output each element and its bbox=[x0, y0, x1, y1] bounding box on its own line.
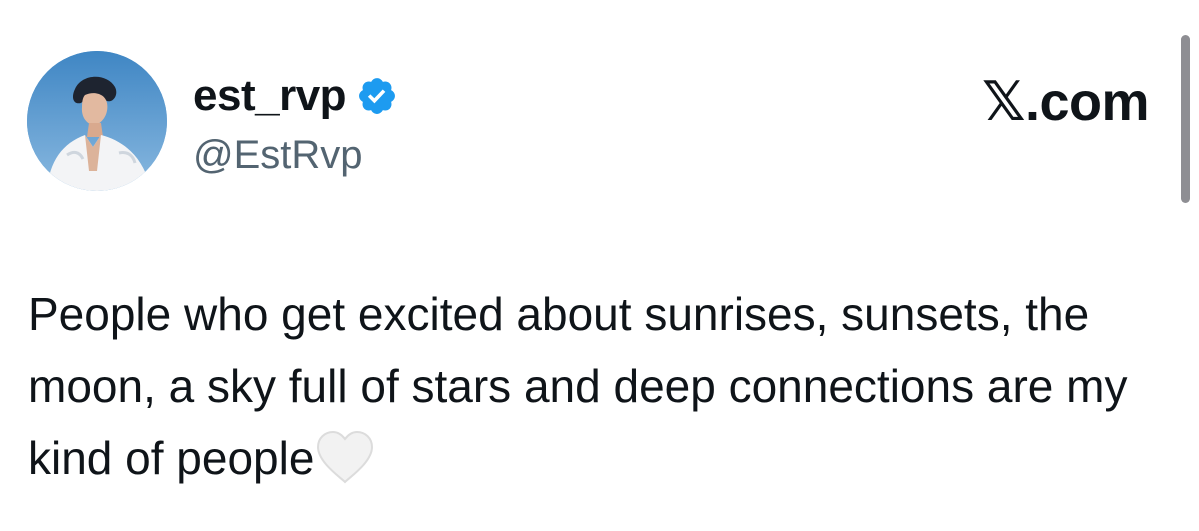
avatar-image bbox=[27, 51, 167, 191]
author-block: est_rvp @EstRvp bbox=[193, 68, 398, 180]
tweet-text-content: People who get excited about sunrises, s… bbox=[28, 288, 1128, 484]
display-name[interactable]: est_rvp bbox=[193, 68, 347, 124]
avatar[interactable] bbox=[27, 51, 167, 191]
name-row: est_rvp bbox=[193, 68, 398, 124]
verified-badge-icon bbox=[356, 75, 398, 117]
tweet-text: People who get excited about sunrises, s… bbox=[28, 278, 1158, 494]
x-brand-label: 𝕏.com bbox=[981, 72, 1150, 132]
scrollbar[interactable] bbox=[1181, 35, 1190, 203]
white-heart-icon bbox=[314, 430, 376, 484]
tweet-card: est_rvp @EstRvp 𝕏.com People who get exc… bbox=[0, 0, 1199, 531]
user-handle[interactable]: @EstRvp bbox=[193, 130, 398, 180]
